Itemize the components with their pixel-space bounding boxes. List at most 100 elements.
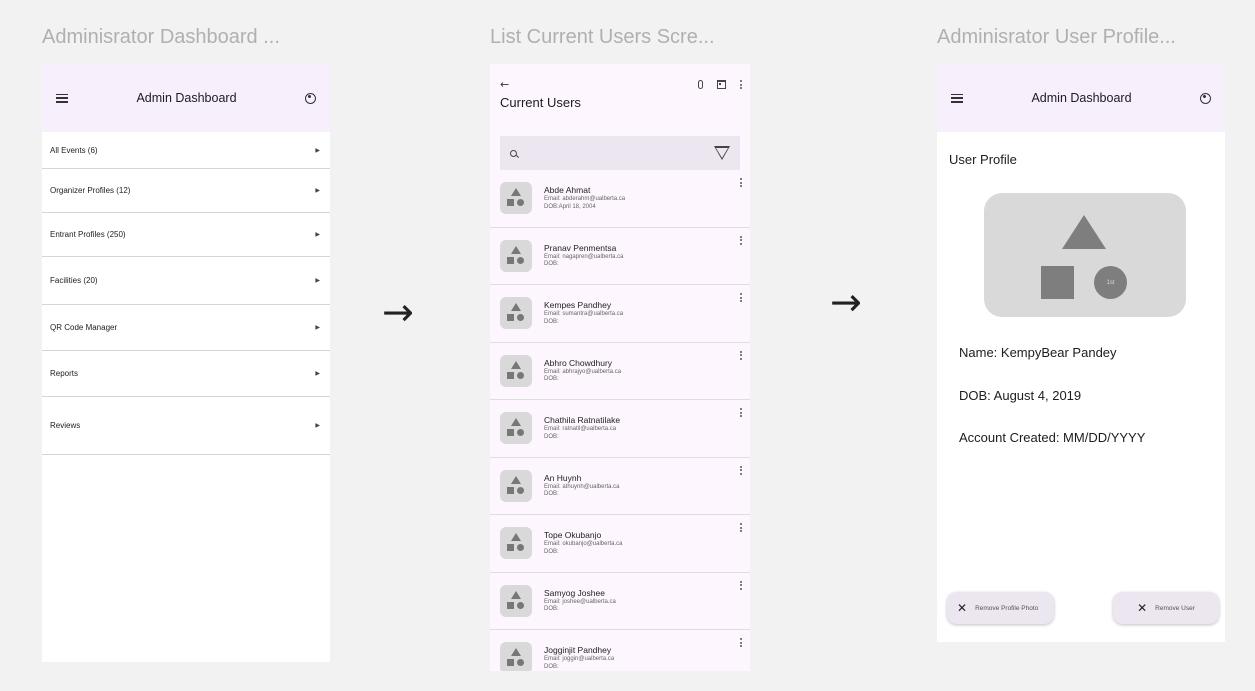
more-vert-icon[interactable] xyxy=(740,178,742,187)
frame-title-dashboard: Adminisrator Dashboard ... xyxy=(42,26,280,48)
menu-item-qr-code-manager[interactable]: QR Code Manager ▶ xyxy=(42,305,330,351)
user-name: Samyog Joshee xyxy=(544,587,605,598)
user-dob: DOB: xyxy=(544,433,559,440)
search-bar[interactable] xyxy=(500,136,740,170)
user-list-item[interactable]: Tope Okubanjo Email: okubanjo@ualberta.ca… xyxy=(490,515,750,573)
attachment-icon[interactable] xyxy=(698,80,703,89)
user-avatar xyxy=(500,182,532,215)
user-name: Jogginjit Pandhey xyxy=(544,645,612,656)
user-list-item[interactable]: Samyog Joshee Email: joshee@ualberta.ca DO… xyxy=(490,573,750,630)
top-bar-actions xyxy=(698,80,742,89)
menu-item-facilities[interactable]: Facilities (20) ▶ xyxy=(42,257,330,305)
profile-name: Name: KempyBear Pandey xyxy=(959,345,1117,360)
user-list-item[interactable]: Jogginjit Pandhey Email: joggin@ualberta.… xyxy=(490,630,750,671)
user-name: Tope Okubanjo xyxy=(544,530,602,541)
chevron-right-icon: ▶ xyxy=(315,278,320,284)
close-icon: ✕ xyxy=(957,601,968,615)
more-vert-icon[interactable] xyxy=(740,523,742,532)
circle-shape-icon: 1st xyxy=(1094,266,1127,299)
user-name: Kempes Pandhey xyxy=(544,300,612,311)
user-list-item[interactable]: Kempes Pandhey Email: sumantra@ualberta.c… xyxy=(490,285,750,343)
chevron-right-icon: ▶ xyxy=(315,325,320,331)
menu-item-entrant-profiles[interactable]: Entrant Profiles (250) ▶ xyxy=(42,213,330,257)
page-title: Current Users xyxy=(500,95,581,110)
more-vert-icon[interactable] xyxy=(740,235,742,245)
flow-arrow-icon: → xyxy=(830,280,862,324)
user-dob: DOB: xyxy=(544,376,559,383)
square-shape-icon xyxy=(1041,266,1074,299)
user-name: Abde Ahmat xyxy=(544,185,591,196)
user-list-item[interactable]: Abde Ahmat Email: abderahm@ualberta.ca DOB… xyxy=(490,170,750,228)
menu-item-label: Entrant Profiles (250) xyxy=(50,230,126,239)
menu-item-reviews[interactable]: Reviews ▶ xyxy=(42,397,330,455)
more-vert-icon[interactable] xyxy=(740,408,742,417)
menu-item-all-events[interactable]: All Events (6) ▶ xyxy=(42,132,330,169)
more-vert-icon[interactable] xyxy=(740,80,742,89)
user-list: Abde Ahmat Email: abderahm@ualberta.ca DOB… xyxy=(490,170,750,671)
user-list-item[interactable]: Pranav Penmentsa Email: nagapren@ualberta… xyxy=(490,228,750,285)
user-info: Kempes Pandhey Email: sumantra@ualberta.c… xyxy=(544,300,623,326)
users-top-bar: ← Current Users xyxy=(490,64,750,130)
account-icon[interactable] xyxy=(305,92,316,104)
frame-title-profile: Adminisrator User Profile... xyxy=(937,26,1176,48)
chevron-right-icon: ▶ xyxy=(315,147,320,154)
chevron-right-icon: ▶ xyxy=(315,423,320,429)
profile-image-placeholder: 1st xyxy=(984,193,1186,317)
menu-item-label: Organizer Profiles (12) xyxy=(50,186,131,195)
menu-item-reports[interactable]: Reports ▶ xyxy=(42,351,330,397)
user-list-item[interactable]: Abhro Chowdhury Email: abhrajyo@ualberta.… xyxy=(490,343,750,400)
more-vert-icon[interactable] xyxy=(740,293,742,302)
more-vert-icon[interactable] xyxy=(740,580,742,590)
flow-arrow-icon: → xyxy=(382,290,414,334)
user-name: Pranav Penmentsa xyxy=(544,242,617,253)
user-list-item[interactable]: Chathila Ratnatilake Email: ratnatil@ualb… xyxy=(490,400,750,458)
user-avatar xyxy=(500,354,532,387)
user-email: Email: joggin@ualberta.ca xyxy=(544,656,615,663)
app-bar-title: Admin Dashboard xyxy=(136,91,237,105)
image-badge: 1st xyxy=(1106,279,1115,286)
menu-item-organizer-profiles[interactable]: Organizer Profiles (12) ▶ xyxy=(42,169,330,213)
calendar-icon[interactable] xyxy=(717,80,726,89)
app-bar: Admin Dashboard xyxy=(937,64,1225,132)
remove-user-button[interactable]: ✕ Remove User xyxy=(1113,592,1219,624)
more-vert-icon[interactable] xyxy=(740,350,742,360)
user-email: Email: abhrajyo@ualberta.ca xyxy=(544,368,622,375)
user-profile-screen: Admin Dashboard User Profile 1st Name: K… xyxy=(937,64,1225,642)
user-info: Jogginjit Pandhey Email: joggin@ualberta.… xyxy=(544,645,614,671)
user-dob: DOB: xyxy=(544,261,559,268)
menu-icon[interactable] xyxy=(56,93,68,103)
user-email: Email: abderahm@ualberta.ca xyxy=(544,196,626,203)
admin-menu-list: All Events (6) ▶ Organizer Profiles (12)… xyxy=(42,132,330,455)
user-list-item[interactable]: An Huynh Email: athuynh@ualberta.ca DOB: xyxy=(490,458,750,515)
user-avatar xyxy=(500,527,532,560)
app-bar-title: Admin Dashboard xyxy=(1031,91,1132,105)
user-dob: DOB:April 18, 2004 xyxy=(544,203,596,210)
more-vert-icon[interactable] xyxy=(740,638,742,647)
profile-heading: User Profile xyxy=(949,152,1017,167)
search-icon[interactable] xyxy=(510,149,517,157)
user-avatar xyxy=(500,584,532,617)
remove-profile-photo-button[interactable]: ✕ Remove Profile Photo xyxy=(947,592,1054,624)
user-info: Pranav Penmentsa Email: nagapren@ualberta… xyxy=(544,243,623,269)
user-dob: DOB: xyxy=(544,318,559,325)
user-name: An Huynh xyxy=(544,472,582,483)
user-avatar xyxy=(500,239,532,272)
user-info: Abde Ahmat Email: abderahm@ualberta.ca DOB… xyxy=(544,185,625,211)
user-info: An Huynh Email: athuynh@ualberta.ca DOB: xyxy=(544,473,619,499)
menu-item-label: Facilities (20) xyxy=(50,276,98,285)
menu-icon[interactable] xyxy=(951,93,963,103)
chevron-right-icon: ▶ xyxy=(315,232,320,238)
current-users-screen: ← Current Users Abde Ahmat Email: abderah… xyxy=(490,64,750,671)
user-dob: DOB: xyxy=(544,606,559,613)
user-info: Abhro Chowdhury Email: abhrajyo@ualberta.… xyxy=(544,358,621,384)
button-label: Remove User xyxy=(1155,604,1195,612)
app-bar: Admin Dashboard xyxy=(42,64,330,132)
user-avatar xyxy=(500,412,532,445)
more-vert-icon[interactable] xyxy=(740,465,742,475)
user-avatar xyxy=(500,469,532,502)
menu-item-label: QR Code Manager xyxy=(50,323,118,332)
filter-icon[interactable] xyxy=(714,146,730,160)
profile-account-created: Account Created: MM/DD/YYYY xyxy=(959,430,1146,445)
chevron-right-icon: ▶ xyxy=(315,188,320,194)
account-icon[interactable] xyxy=(1200,92,1211,104)
